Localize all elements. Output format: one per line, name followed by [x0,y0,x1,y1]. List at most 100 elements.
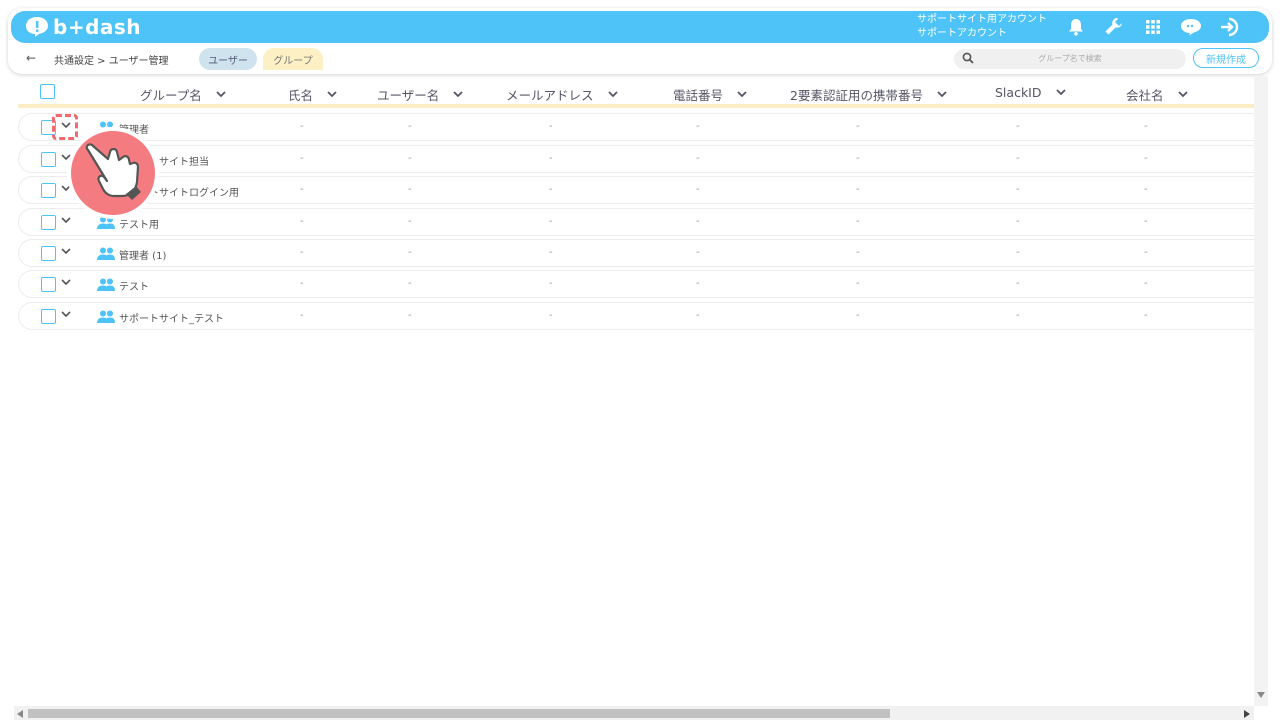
cell-username: - [408,278,412,289]
row-checkbox[interactable] [41,309,56,324]
cell-slack-id: - [1016,247,1020,258]
logo[interactable]: b+dash [25,14,141,40]
apps-grid-icon[interactable] [1141,15,1165,39]
cell-company: - [1144,310,1148,321]
column-header-full-name[interactable]: 氏名 [288,85,337,104]
chevron-down-icon [216,91,226,98]
column-header-2fa-phone[interactable]: 2要素認証用の携帯番号 [790,85,947,104]
group-icon [97,278,115,291]
column-header-phone[interactable]: 電話番号 [673,85,747,104]
cell-company: - [1144,278,1148,289]
tap-hand-icon [67,127,159,219]
breadcrumb: 共通設定 > ユーザー管理 [54,56,169,67]
cell-email: - [549,278,553,289]
cell-slack-id: - [1016,278,1020,289]
account-name[interactable]: サポートサイト用アカウント サポートアカウント [917,13,1047,41]
cell-phone: - [696,216,700,227]
cell-full-name: - [300,310,304,321]
column-label: 2要素認証用の携帯番号 [790,88,923,103]
horizontal-scrollbar[interactable] [14,706,1254,720]
cell-username: - [408,121,412,132]
row-checkbox[interactable] [41,152,56,167]
cell-company: - [1144,247,1148,258]
column-label: 電話番号 [673,88,724,103]
logo-text: b+dash [53,15,142,39]
back-arrow-icon[interactable]: ← [26,51,36,65]
column-label: メールアドレス [506,88,594,103]
table-row[interactable]: サポートサイト担当 - - - - - - - [18,145,1254,173]
cell-2fa-phone: - [856,121,860,132]
search-placeholder: グループ名で検索 [1038,54,1102,63]
column-header-company[interactable]: 会社名 [1126,85,1188,104]
account-line-1: サポートサイト用アカウント [917,14,1047,25]
logo-bubble-icon [26,17,48,37]
table-header: グループ名 氏名 ユーザー名 メールアドレス 電話番号 2要素認証用の携帯番号 … [18,80,1254,106]
expand-chevron-icon[interactable] [61,311,71,318]
top-bar: b+dash サポートサイト用アカウント サポートアカウント [11,11,1269,43]
table-row[interactable]: サポートサイト_テスト - - - - - - - [18,302,1254,330]
cell-2fa-phone: - [856,310,860,321]
group-name: 管理者 (1) [119,251,167,262]
chevron-down-icon [607,91,618,98]
tab-groups[interactable]: グループ [263,48,323,70]
cell-company: - [1144,153,1148,164]
chevron-down-icon [327,91,337,98]
logout-icon[interactable] [1218,15,1242,39]
row-checkbox[interactable] [41,183,56,198]
cell-slack-id: - [1016,184,1020,195]
cell-full-name: - [300,216,304,227]
cell-slack-id: - [1016,121,1020,132]
chevron-down-icon [937,91,947,98]
column-label: 氏名 [288,88,314,103]
column-label: グループ名 [140,88,202,103]
cell-slack-id: - [1016,310,1020,321]
cell-username: - [408,216,412,227]
chevron-down-icon [453,91,463,98]
table-row[interactable]: 管理者 (1) - - - - - - - [18,239,1254,267]
expand-chevron-icon[interactable] [61,248,71,255]
cell-full-name: - [300,184,304,195]
scroll-right-icon[interactable] [1244,710,1250,718]
table-row[interactable]: サポートサイトログイン用 - - - - - - - [18,176,1254,204]
new-create-button[interactable]: 新規作成 [1193,48,1259,68]
table-row[interactable]: テスト用 - - - - - - - [18,208,1254,236]
row-checkbox[interactable] [41,277,56,292]
chat-icon[interactable] [1179,15,1203,39]
tab-users[interactable]: ユーザー [199,48,257,70]
select-all-checkbox[interactable] [40,84,55,99]
group-icon [97,310,115,323]
header-divider [18,104,1254,108]
column-header-group-name[interactable]: グループ名 [140,85,226,104]
scroll-left-icon[interactable] [17,710,23,718]
cell-2fa-phone: - [856,184,860,195]
cell-full-name: - [300,278,304,289]
table-row[interactable]: 管理者 - - - - - - - [18,113,1254,141]
scroll-down-icon[interactable] [1257,692,1265,698]
wrench-icon[interactable] [1102,15,1126,39]
account-line-2: サポートアカウント [917,28,1007,39]
expand-chevron-icon[interactable] [61,279,71,286]
vertical-scrollbar[interactable] [1254,76,1268,706]
cell-company: - [1144,216,1148,227]
scrollbar-thumb[interactable] [28,709,890,718]
column-header-username[interactable]: ユーザー名 [377,85,463,104]
cell-email: - [549,310,553,321]
cell-company: - [1144,184,1148,195]
cell-company: - [1144,121,1148,132]
row-checkbox[interactable] [41,215,56,230]
cell-email: - [549,247,553,258]
cell-phone: - [696,310,700,321]
column-header-slack-id[interactable]: SlackID [995,85,1066,100]
cell-email: - [549,121,553,132]
cell-username: - [408,247,412,258]
search-input[interactable]: グループ名で検索 [954,49,1186,69]
cell-slack-id: - [1016,216,1020,227]
bell-icon[interactable] [1064,15,1088,39]
row-checkbox[interactable] [41,246,56,261]
toolbar-row: ← 共通設定 > ユーザー管理 ユーザー グループ グループ名で検索 新規作成 [20,46,1270,72]
table-row[interactable]: テスト - - - - - - - [18,270,1254,298]
cell-full-name: - [300,247,304,258]
cell-username: - [408,310,412,321]
column-header-email[interactable]: メールアドレス [506,85,618,104]
group-icon [97,247,115,260]
